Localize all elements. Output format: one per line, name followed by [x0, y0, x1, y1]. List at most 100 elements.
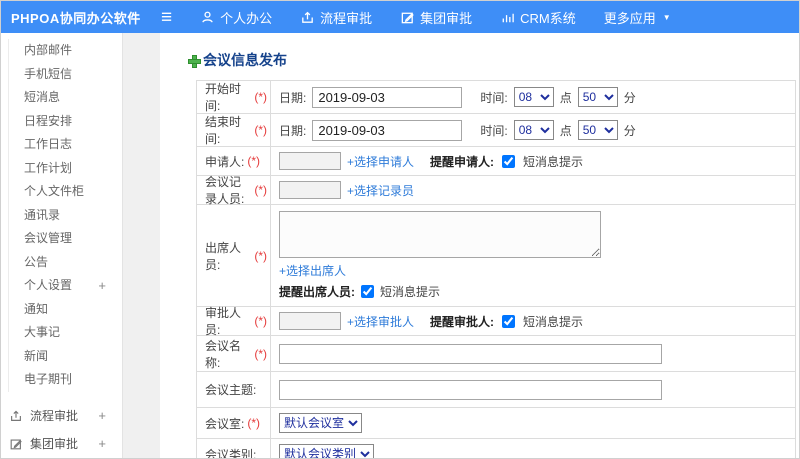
meeting-subject-input[interactable]: [279, 379, 662, 400]
end-minute-select[interactable]: 50: [577, 120, 618, 140]
choose-recorder-link[interactable]: +选择记录员: [347, 182, 414, 199]
field-content: 默认会议室: [271, 408, 795, 438]
field-label: 会议记录人员: (*): [197, 175, 271, 206]
sidebar-item-label: 通讯录: [24, 207, 61, 222]
nav-process-approval[interactable]: 流程审批: [300, 8, 372, 27]
sidebar-item-label: 会议管理: [24, 231, 73, 245]
date-label: 日期:: [279, 123, 307, 138]
applicant-sms-checkbox[interactable]: [502, 154, 516, 168]
approver-input[interactable]: [279, 312, 341, 330]
form-row-applicant: 申请人: (*) +选择申请人 提醒申请人: 短消息提示: [197, 147, 795, 176]
choose-applicant-link[interactable]: +选择申请人: [347, 153, 414, 170]
main-content: 会议信息发布 开始时间: (*) 日期: 时间: 08 点 50: [160, 33, 799, 459]
label-text: 会议室:: [205, 416, 245, 431]
field-content: +选择记录员: [271, 176, 795, 204]
field-label: 审批人员: (*): [197, 306, 271, 337]
sidebar: 内部邮件 手机短信 短消息 日程安排 工作日志 工作计划 个人文件柜 通讯录 会…: [1, 33, 123, 459]
field-label: 会议主题:: [197, 372, 271, 407]
sidebar-section-group-approval[interactable]: 集团审批 +: [1, 430, 122, 458]
label-text: 审批人员:: [205, 306, 242, 337]
start-date-input[interactable]: [312, 86, 463, 108]
applicant-input[interactable]: [279, 152, 341, 170]
sidebar-item-label: 公告: [24, 254, 49, 269]
sidebar-item-contacts[interactable]: 通讯录: [9, 204, 122, 228]
sidebar-item-announcement[interactable]: 公告: [9, 251, 122, 275]
sms-label: 短消息提示: [523, 314, 584, 329]
form-row-meeting-subject: 会议主题:: [197, 372, 795, 408]
label-text: 会议主题:: [205, 383, 257, 397]
bar-chart-icon: [502, 13, 514, 22]
form-row-recorder: 会议记录人员: (*) +选择记录员: [197, 175, 795, 206]
start-hour-select[interactable]: 08: [513, 87, 554, 107]
sidebar-item-news[interactable]: 新闻: [9, 345, 122, 369]
required-marker: (*): [247, 154, 261, 168]
field-content: +选择审批人 提醒审批人: 短消息提示: [271, 307, 795, 335]
form-row-approver: 审批人员: (*) +选择审批人 提醒审批人: 短消息提示: [197, 306, 795, 337]
sidebar-item-e-journal[interactable]: 电子期刊: [9, 368, 122, 392]
field-label: 会议室: (*): [197, 408, 271, 438]
sidebar-item-milestones[interactable]: 大事记: [9, 321, 122, 345]
choose-approver-link[interactable]: +选择审批人: [347, 313, 414, 330]
sidebar-item-internal-mail[interactable]: 内部邮件: [9, 39, 122, 63]
hamburger-menu-icon[interactable]: ≡: [161, 8, 172, 27]
nav-label: 更多应用: [603, 10, 656, 26]
sidebar-item-short-message[interactable]: 短消息: [9, 86, 122, 110]
sidebar-item-notification[interactable]: 通知: [9, 298, 122, 322]
meeting-name-input[interactable]: [279, 343, 662, 364]
approver-sms-checkbox[interactable]: [502, 314, 516, 328]
nav-personal-office[interactable]: 个人办公: [200, 8, 272, 27]
sidebar-item-work-plan[interactable]: 工作计划: [9, 157, 122, 181]
attendees-remind-line: 提醒出席人员: 短消息提示: [279, 283, 440, 300]
sidebar-section-process-approval[interactable]: 流程审批 +: [1, 402, 122, 430]
recorder-input[interactable]: [279, 181, 341, 199]
nav-label: 流程审批: [320, 10, 373, 26]
field-label: 会议名称: (*): [197, 336, 271, 371]
sidebar-personal-tree: 内部邮件 手机短信 短消息 日程安排 工作日志 工作计划 个人文件柜 通讯录 会…: [8, 39, 122, 392]
form-row-meeting-name: 会议名称: (*): [197, 336, 795, 372]
sidebar-item-label: 电子期刊: [24, 372, 73, 386]
label-text: 出席人员:: [205, 240, 242, 272]
sidebar-item-schedule[interactable]: 日程安排: [9, 110, 122, 134]
sidebar-item-meeting-management[interactable]: 会议管理: [9, 227, 122, 251]
field-label: 结束时间: (*): [197, 114, 271, 146]
sidebar-item-label: 手机短信: [24, 66, 73, 81]
nav-more-apps[interactable]: 更多应用 ▼: [604, 8, 671, 27]
person-icon: [202, 11, 213, 23]
sidebar-item-work-log[interactable]: 工作日志: [9, 133, 122, 157]
attendees-textarea[interactable]: [279, 211, 601, 258]
label-text: 申请人:: [205, 154, 245, 169]
required-marker: (*): [247, 416, 261, 430]
hour-unit: 点: [559, 90, 572, 105]
form-row-meeting-room: 会议室: (*) 默认会议室: [197, 408, 795, 439]
sms-label: 短消息提示: [523, 154, 584, 169]
expand-plus-icon[interactable]: +: [98, 408, 106, 423]
choose-attendees-link[interactable]: +选择出席人: [279, 262, 346, 279]
sidebar-item-label: 个人文件柜: [24, 184, 85, 198]
sidebar-item-label: 日程安排: [24, 113, 73, 128]
start-minute-select[interactable]: 50: [577, 87, 618, 107]
sidebar-item-file-cabinet[interactable]: 个人文件柜: [9, 180, 122, 204]
label-text: 会议类别:: [205, 447, 257, 459]
nav-crm-system[interactable]: CRM系统: [500, 8, 576, 27]
page-title: 会议信息发布: [188, 50, 799, 70]
date-label: 日期:: [279, 90, 307, 105]
top-bar: PHPOA协同办公软件 ≡ 个人办公 流程审批 集团审批 CRM系统 更多应用 …: [1, 1, 799, 33]
end-date-input[interactable]: [312, 119, 463, 141]
attendees-sms-checkbox[interactable]: [361, 285, 374, 298]
expand-plus-icon[interactable]: +: [98, 436, 106, 451]
minute-unit: 分: [623, 123, 636, 138]
expand-plus-icon[interactable]: +: [98, 274, 106, 298]
form-row-meeting-category: 会议类别: 默认会议类别: [197, 439, 795, 459]
field-label: 开始时间: (*): [197, 81, 271, 113]
meeting-category-select[interactable]: 默认会议类别: [279, 444, 374, 458]
remind-label: 提醒审批人:: [430, 314, 495, 329]
sidebar-item-personal-settings[interactable]: 个人设置 +: [9, 274, 122, 298]
field-content: +选择出席人 提醒出席人员: 短消息提示: [271, 205, 795, 306]
meeting-room-select[interactable]: 默认会议室: [279, 413, 362, 433]
nav-group-approval[interactable]: 集团审批: [400, 8, 472, 27]
end-hour-select[interactable]: 08: [513, 120, 554, 140]
sidebar-item-label: 短消息: [24, 90, 61, 104]
sidebar-sections: 流程审批 + 集团审批 + CRM系统 +: [1, 402, 122, 459]
sidebar-item-mobile-sms[interactable]: 手机短信: [9, 63, 122, 87]
app-logo[interactable]: PHPOA协同办公软件: [1, 8, 161, 27]
